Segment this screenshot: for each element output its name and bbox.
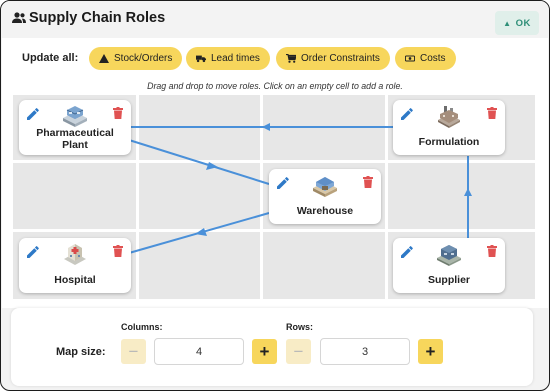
supplier-icon bbox=[437, 245, 461, 266]
cart-icon bbox=[286, 54, 296, 63]
columns-label: Columns: bbox=[121, 322, 163, 332]
supply-chain-roles-dialog: Supply Chain Roles ▲ OK Update all: Stoc… bbox=[0, 0, 550, 391]
trash-icon[interactable] bbox=[113, 107, 123, 119]
link-arrowhead bbox=[206, 162, 218, 170]
update-order-constraints-button[interactable]: Order Constraints bbox=[276, 47, 390, 70]
role-card-warehouse[interactable]: Warehouse bbox=[269, 169, 381, 224]
rows-decrement-button[interactable]: − bbox=[286, 339, 311, 364]
roles-content: Update all: Stock/Orders Lead times Orde… bbox=[2, 38, 548, 308]
stock-orders-label: Stock/Orders bbox=[114, 53, 173, 64]
role-card-pharmaceutical-plant[interactable]: Pharmaceutical Plant bbox=[19, 100, 131, 155]
trash-icon[interactable] bbox=[113, 245, 123, 257]
grid-divider bbox=[385, 95, 388, 299]
role-name: Formulation bbox=[418, 136, 480, 148]
rows-input[interactable] bbox=[320, 338, 410, 365]
pencil-icon[interactable] bbox=[401, 246, 413, 258]
role-name: Pharmaceutical Plant bbox=[19, 127, 131, 151]
lead-times-label: Lead times bbox=[211, 53, 260, 64]
pencil-icon[interactable] bbox=[401, 108, 413, 120]
map-size-panel: Map size: Columns: − + Rows: − + bbox=[11, 308, 533, 386]
columns-decrement-button[interactable]: − bbox=[121, 339, 146, 364]
plant-icon bbox=[438, 106, 460, 128]
role-card-supplier[interactable]: Supplier bbox=[393, 238, 505, 293]
grid-divider bbox=[13, 160, 535, 163]
role-name: Supplier bbox=[427, 274, 470, 286]
role-name-line1: Pharmaceutical bbox=[36, 127, 114, 139]
dialog-title: Supply Chain Roles bbox=[29, 10, 166, 26]
columns-increment-button[interactable]: + bbox=[252, 339, 277, 364]
triangle-icon bbox=[99, 54, 109, 63]
update-costs-button[interactable]: Costs bbox=[395, 47, 456, 70]
trash-icon[interactable] bbox=[487, 245, 497, 257]
role-name-line2: Plant bbox=[62, 139, 88, 151]
trash-icon[interactable] bbox=[487, 107, 497, 119]
grid-divider bbox=[136, 95, 139, 299]
role-card-hospital[interactable]: Hospital bbox=[19, 238, 131, 293]
costs-label: Costs bbox=[420, 53, 446, 64]
money-icon bbox=[405, 55, 415, 62]
link-arrowhead bbox=[262, 123, 270, 131]
update-stock-orders-button[interactable]: Stock/Orders bbox=[89, 47, 183, 70]
pencil-icon[interactable] bbox=[27, 246, 39, 258]
update-all-label: Update all: bbox=[22, 52, 79, 64]
drag-drop-hint: Drag and drop to move roles. Click on an… bbox=[147, 81, 403, 91]
columns-input[interactable] bbox=[154, 338, 244, 365]
role-card-formulation[interactable]: Formulation bbox=[393, 100, 505, 155]
link-warehouse-hospital bbox=[128, 212, 270, 254]
people-icon bbox=[12, 12, 26, 23]
trash-icon[interactable] bbox=[363, 176, 373, 188]
warehouse-icon bbox=[313, 177, 337, 197]
role-map-grid[interactable]: Pharmaceutical Plant Formulation Warehou… bbox=[13, 95, 535, 299]
ok-button[interactable]: ▲ OK bbox=[495, 11, 539, 35]
update-lead-times-button[interactable]: Lead times bbox=[186, 47, 270, 70]
rows-label: Rows: bbox=[286, 322, 313, 332]
link-arrowhead bbox=[464, 188, 472, 196]
truck-icon bbox=[196, 55, 206, 63]
map-size-label: Map size: bbox=[56, 346, 106, 358]
chevron-up-icon: ▲ bbox=[503, 18, 512, 28]
role-name: Hospital bbox=[54, 274, 96, 286]
role-name: Warehouse bbox=[296, 205, 354, 217]
pencil-icon[interactable] bbox=[27, 108, 39, 120]
factory-icon bbox=[63, 106, 87, 127]
grid-divider bbox=[260, 95, 263, 299]
hospital-icon bbox=[64, 244, 86, 265]
grid-divider bbox=[13, 229, 535, 232]
pencil-icon[interactable] bbox=[277, 177, 289, 189]
ok-button-label: OK bbox=[515, 17, 531, 29]
rows-increment-button[interactable]: + bbox=[418, 339, 443, 364]
order-constraints-label: Order Constraints bbox=[301, 53, 380, 64]
dialog-header: Supply Chain Roles ▲ OK bbox=[1, 1, 549, 38]
